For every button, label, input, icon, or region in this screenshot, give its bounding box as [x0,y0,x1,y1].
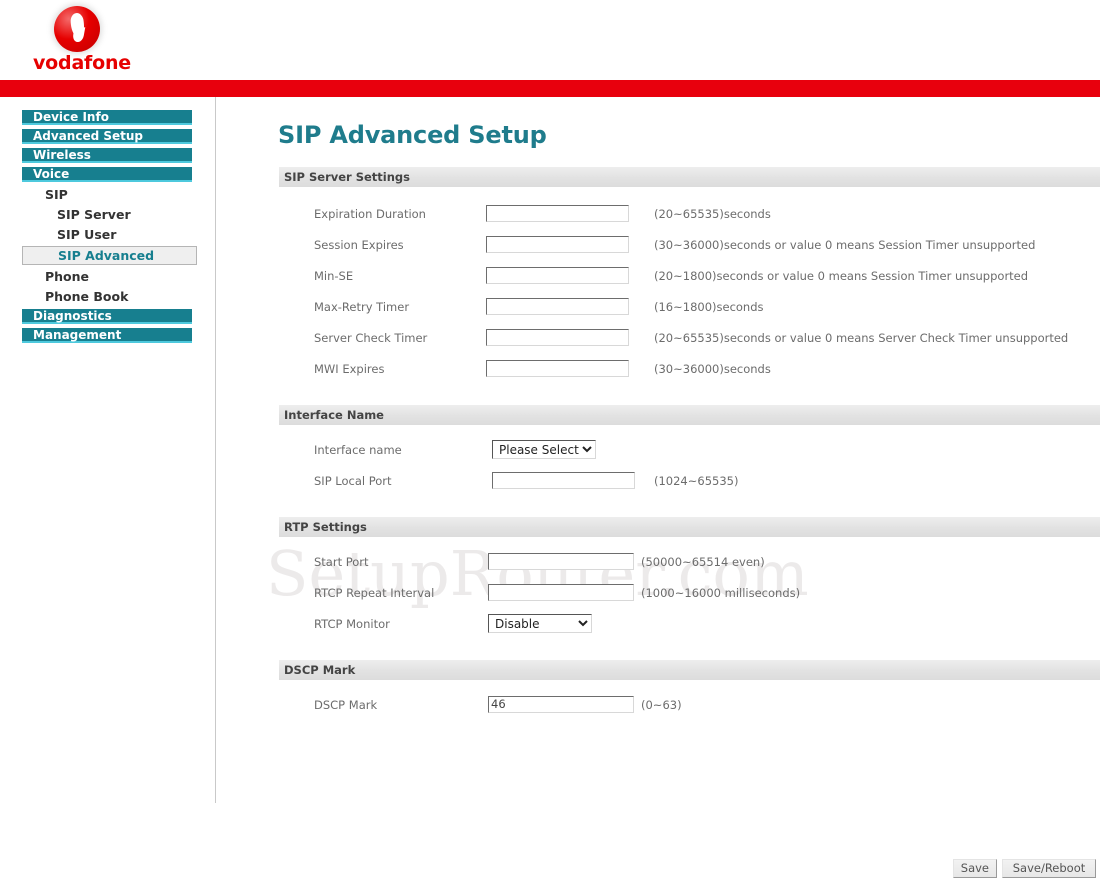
save-button[interactable]: Save [952,859,997,878]
field-hint: (1024~65535) [654,474,739,488]
main-content: SIP Advanced Setup SetupRouter.com SIP S… [216,97,1100,878]
input-min-se[interactable] [486,266,629,284]
brand-red-bar [0,80,1100,97]
field-control [488,695,634,713]
sidebar-item-advanced-setup[interactable]: Advanced Setup [22,129,192,144]
form-row: Max-Retry Timer (16~1800)seconds [216,294,1100,325]
save-reboot-button[interactable]: Save/Reboot [1002,859,1096,878]
field-control [488,583,634,601]
sidebar-item-sip-advanced[interactable]: SIP Advanced [22,246,197,265]
sidebar-item-management[interactable]: Management [22,328,192,343]
field-label: Expiration Duration [314,207,426,221]
section-g-dscp: DSCP Mark DSCP Mark (0~63) [216,660,1100,723]
section-rows: Expiration Duration (20~65535)seconds Sess… [216,187,1100,387]
sidebar-item-voice[interactable]: Voice [22,167,192,182]
section-header: SIP Server Settings [279,167,1100,187]
sidebar-item-phone[interactable]: Phone [0,268,215,285]
field-control [486,359,629,377]
field-hint: (16~1800)seconds [654,300,764,314]
sidebar-item-sip[interactable]: SIP [0,186,215,203]
settings-form: SIP Server Settings Expiration Duration (2… [216,167,1100,723]
field-control [486,235,629,253]
field-label: Start Port [314,555,369,569]
sidebar-bottom-group: Diagnostics Management [0,309,215,343]
input-sip-local-port[interactable] [492,471,635,489]
sidebar-item-diagnostics[interactable]: Diagnostics [22,309,192,324]
form-row: MWI Expires (30~36000)seconds [216,356,1100,387]
field-hint: (30~36000)seconds [654,362,771,376]
vodafone-logo: vodafone [22,4,142,80]
form-row: Server Check Timer (20~65535)seconds or v… [216,325,1100,356]
sidebar-item-phone-book[interactable]: Phone Book [0,288,215,305]
form-row: RTCP Monitor DisableEnable [216,611,1100,642]
field-label: Server Check Timer [314,331,428,345]
field-label: Max-Retry Timer [314,300,410,314]
form-row: Start Port (50000~65514 even) [216,549,1100,580]
select-interface-name[interactable]: Please Select [492,440,596,459]
field-hint: (30~36000)seconds or value 0 means Sessi… [654,238,1036,252]
section-g-rtp: RTP Settings Start Port (50000~65514 even)… [216,517,1100,642]
section-rows: Interface name Please Select SIP Local Por… [216,425,1100,499]
form-row: Expiration Duration (20~65535)seconds [216,201,1100,232]
form-row: SIP Local Port (1024~65535) [216,468,1100,499]
brand-name: vodafone [33,52,131,74]
page-title: SIP Advanced Setup [278,121,547,149]
field-hint: (0~63) [641,698,682,712]
field-hint: (50000~65514 even) [641,555,765,569]
field-hint: (20~65535)seconds [654,207,771,221]
field-label: DSCP Mark [314,698,378,712]
field-hint: (1000~16000 milliseconds) [641,586,801,600]
field-label: SIP Local Port [314,474,392,488]
field-control: DisableEnable [488,614,592,633]
form-row: Session Expires (30~36000)seconds or valu… [216,232,1100,263]
field-hint: (20~1800)seconds or value 0 means Sessio… [654,269,1029,283]
field-label: Min-SE [314,269,354,283]
input-session-expires[interactable] [486,235,629,253]
section-header: DSCP Mark [279,660,1100,680]
sidebar-voice-subgroup: SIP SIP Server SIP User SIP Advanced Phone Ph… [0,186,215,305]
section-g-sip: SIP Server Settings Expiration Duration (2… [216,167,1100,387]
sidebar-item-sip-server[interactable]: SIP Server [0,206,215,223]
field-label: Session Expires [314,238,404,252]
field-label: MWI Expires [314,362,385,376]
input-dscp-mark[interactable] [488,695,634,713]
form-row: DSCP Mark (0~63) [216,692,1100,723]
field-control [492,471,635,489]
page-header: vodafone [0,0,1100,97]
sidebar-item-sip-user[interactable]: SIP User [0,226,215,243]
input-server-check-timer[interactable] [486,328,629,346]
sidebar-top-group: Device Info Advanced Setup Wireless Voice [0,110,215,182]
field-hint: (20~65535)seconds or value 0 means Serve… [654,331,1069,345]
input-expiration-duration[interactable] [486,204,629,222]
field-control [486,328,629,346]
form-actions: Save Save/Reboot [952,859,1096,878]
form-row: Interface name Please Select [216,437,1100,468]
field-control [486,297,629,315]
field-control [486,266,629,284]
field-label: RTCP Monitor [314,617,390,631]
sidebar-item-wireless[interactable]: Wireless [22,148,192,163]
input-rtcp-repeat-interval[interactable] [488,583,634,601]
speechmark-glyph [69,12,86,38]
section-header: RTP Settings [279,517,1100,537]
sidebar-item-device-info[interactable]: Device Info [22,110,192,125]
section-rows: DSCP Mark (0~63) [216,680,1100,723]
input-max-retry-timer[interactable] [486,297,629,315]
section-rows: Start Port (50000~65514 even) RTCP Repeat … [216,537,1100,642]
field-control [486,204,629,222]
field-label: Interface name [314,443,402,457]
section-header: Interface Name [279,405,1100,425]
field-control [488,552,634,570]
field-label: RTCP Repeat Interval [314,586,435,600]
section-g-iface: Interface Name Interface name Please Selec… [216,405,1100,499]
vodafone-speechmark-icon [54,6,100,52]
form-row: RTCP Repeat Interval (1000~16000 millisec… [216,580,1100,611]
select-rtcp-monitor[interactable]: DisableEnable [488,614,592,633]
input-mwi-expires[interactable] [486,359,629,377]
input-start-port[interactable] [488,552,634,570]
form-row: Min-SE (20~1800)seconds or value 0 means … [216,263,1100,294]
field-control: Please Select [492,440,596,459]
sidebar-nav: Device Info Advanced Setup Wireless Voice S… [0,110,215,347]
